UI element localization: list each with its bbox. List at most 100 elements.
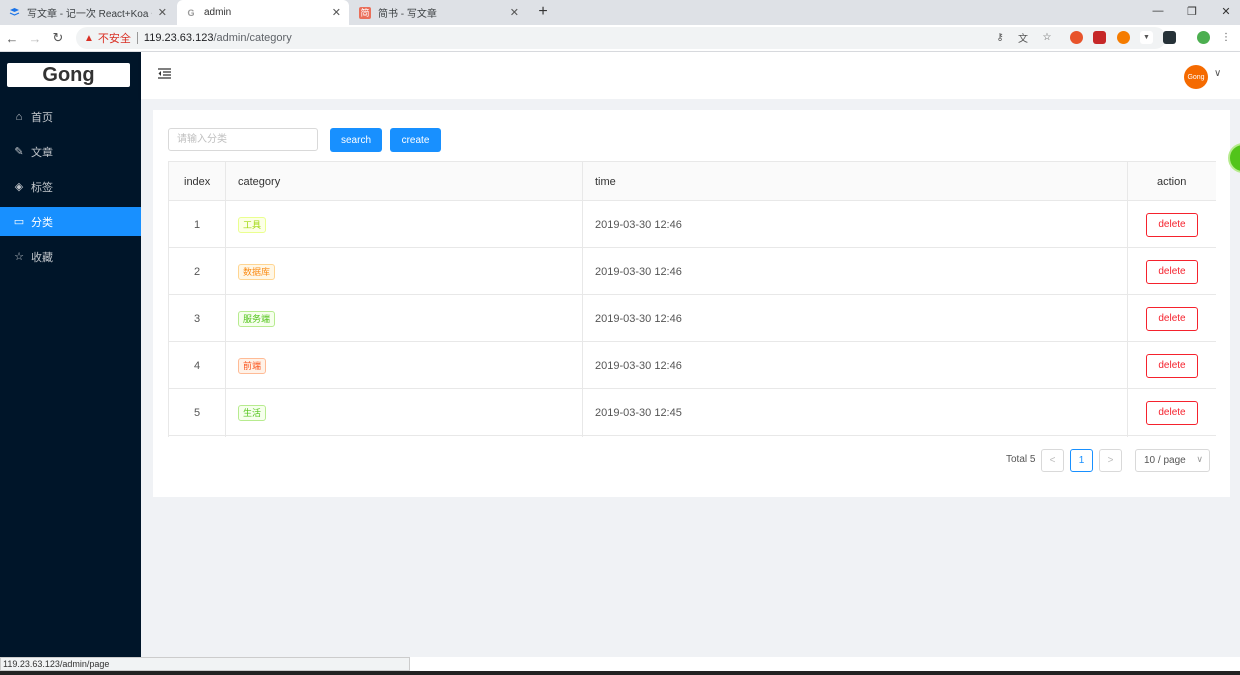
sidebar-item-articles[interactable]: ✎ 文章 — [0, 137, 141, 166]
cell-index: 1 — [194, 218, 201, 231]
bookmark-star-icon[interactable]: ☆ — [1040, 30, 1054, 44]
extension-icon[interactable] — [1093, 31, 1106, 44]
home-icon: ⌂ — [15, 110, 23, 123]
delete-button[interactable]: delete — [1146, 306, 1198, 331]
page-size-value: 10 / page — [1144, 455, 1186, 466]
chevron-down-icon: ∨ — [1196, 454, 1203, 464]
minimize-icon[interactable]: — — [1140, 0, 1176, 22]
tab-title: 简书 - 写文章 — [378, 9, 437, 20]
sidebar-item-label: 收藏 — [31, 251, 53, 264]
page-button-current[interactable]: 1 — [1070, 449, 1093, 472]
close-icon[interactable]: ✕ — [158, 6, 167, 19]
restore-icon[interactable]: ❐ — [1174, 0, 1210, 22]
create-button[interactable]: create — [390, 128, 441, 152]
url-host: 119.23.63.123 — [143, 32, 214, 44]
avatar[interactable]: Gong — [1184, 65, 1208, 89]
table-row: 4 前端 2019-03-30 12:46 delete — [168, 342, 1216, 389]
category-tag: 工具 — [238, 216, 267, 233]
table-row: 2 数据库 2019-03-30 12:46 delete — [168, 248, 1216, 295]
delete-button[interactable]: delete — [1146, 400, 1198, 425]
sidebar-item-favorites[interactable]: ☆ 收藏 — [0, 242, 141, 271]
more-vert-icon[interactable]: ⋮ — [1219, 30, 1233, 44]
next-page-button[interactable]: > — [1099, 449, 1122, 472]
cell-index: 2 — [194, 265, 201, 278]
chevron-right-icon: > — [1107, 455, 1114, 466]
column-header-action: action — [1157, 176, 1187, 188]
app-header: Gong ∨ — [141, 52, 1240, 99]
extension-icon[interactable] — [1070, 31, 1083, 44]
prev-page-button[interactable]: < — [1041, 449, 1064, 472]
security-label: 不安全 — [97, 33, 131, 45]
delete-button[interactable]: delete — [1146, 259, 1198, 284]
table-header: index category time action — [168, 161, 1216, 201]
column-header-category: category — [238, 176, 281, 188]
sidebar-item-tags[interactable]: ◈ 标签 — [0, 172, 141, 201]
search-button[interactable]: search — [330, 128, 382, 152]
translate-icon[interactable]: 文 — [1016, 30, 1030, 45]
profile-icon[interactable] — [1197, 31, 1210, 44]
browser-tab[interactable]: 简 简书 - 写文章 ✕ — [351, 0, 527, 25]
sidebar-item-label: 分类 — [31, 216, 53, 229]
cell-index: 4 — [194, 359, 201, 372]
browser-tab-active[interactable]: G admin ✕ — [177, 0, 349, 25]
back-icon[interactable]: ← — [3, 29, 21, 47]
extension-icon[interactable] — [1117, 31, 1130, 44]
logo: Gong — [7, 63, 130, 87]
url-path: /admin/category — [213, 32, 292, 44]
new-tab-button[interactable]: + — [534, 2, 552, 22]
column-header-index: index — [184, 176, 211, 188]
tab-title: 写文章 - 记一次 React+Koa + M — [27, 9, 152, 20]
cell-time: 2019-03-30 12:46 — [595, 312, 682, 325]
cell-index: 5 — [194, 406, 201, 419]
table-row: 3 服务端 2019-03-30 12:46 delete — [168, 295, 1216, 342]
table-row: 1 工具 2019-03-30 12:46 delete — [168, 201, 1216, 248]
table-row: 5 生活 2019-03-30 12:45 delete — [168, 389, 1216, 436]
delete-button[interactable]: delete — [1146, 212, 1198, 237]
column-header-time: time — [595, 176, 616, 188]
sidebar-item-home[interactable]: ⌂ 首页 — [0, 102, 141, 131]
cell-time: 2019-03-30 12:46 — [595, 218, 682, 231]
browser-toolbar: ← → ↻ ▲ 不安全 119.23.63.123/admin/category… — [0, 25, 1240, 52]
sidebar-item-categories[interactable]: ▭ 分类 — [0, 207, 141, 236]
status-bar-url: 119.23.63.123/admin/page — [0, 657, 410, 671]
google-icon: G — [187, 7, 195, 18]
cell-time: 2019-03-30 12:46 — [595, 359, 682, 372]
divider — [136, 32, 138, 44]
warning-icon: ▲ — [84, 32, 94, 44]
jianshu-icon: 简 — [359, 6, 371, 19]
sidebar-item-label: 文章 — [31, 146, 53, 159]
cell-time: 2019-03-30 12:45 — [595, 406, 682, 419]
star-icon: ☆ — [14, 251, 24, 263]
extension-icon[interactable]: ▼ — [1140, 31, 1153, 44]
category-tag: 数据库 — [238, 263, 276, 280]
tag-icon: ◈ — [14, 181, 24, 193]
chevron-left-icon: < — [1049, 455, 1056, 466]
key-icon[interactable]: ⚷ — [993, 30, 1007, 44]
tab-title: admin — [204, 7, 232, 18]
edit-icon: ✎ — [14, 146, 24, 158]
delete-button[interactable]: delete — [1146, 353, 1198, 378]
close-icon[interactable]: ✕ — [332, 6, 341, 19]
folder-icon: ▭ — [13, 216, 25, 228]
sidebar-item-label: 标签 — [31, 181, 53, 194]
menu-fold-icon[interactable] — [158, 66, 171, 82]
extension-icon[interactable] — [1163, 31, 1176, 44]
browser-tabstrip: 写文章 - 记一次 React+Koa + M ✕ G admin ✕ 简 简书… — [0, 0, 1240, 25]
category-tag: 生活 — [238, 404, 267, 421]
cell-time: 2019-03-30 12:46 — [595, 265, 682, 278]
forward-icon[interactable]: → — [26, 29, 44, 47]
page-size-select[interactable]: 10 / page ∨ — [1135, 449, 1210, 472]
close-icon[interactable]: ✕ — [510, 6, 519, 19]
window-border — [0, 671, 1240, 675]
pagination-total: Total 5 — [1006, 454, 1036, 465]
browser-tab[interactable]: 写文章 - 记一次 React+Koa + M ✕ — [0, 0, 175, 25]
sidebar: Gong ⌂ 首页 ✎ 文章 ◈ 标签 ▭ 分类 ☆ 收藏 — [0, 52, 141, 657]
reload-icon[interactable]: ↻ — [49, 29, 67, 47]
chevron-down-icon[interactable]: ∨ — [1214, 68, 1221, 79]
layers-icon — [8, 7, 20, 19]
search-input[interactable] — [168, 128, 318, 151]
cell-index: 3 — [194, 312, 201, 325]
category-tag: 服务端 — [238, 310, 276, 327]
sidebar-item-label: 首页 — [31, 111, 53, 124]
window-close-icon[interactable]: ✕ — [1208, 0, 1240, 22]
